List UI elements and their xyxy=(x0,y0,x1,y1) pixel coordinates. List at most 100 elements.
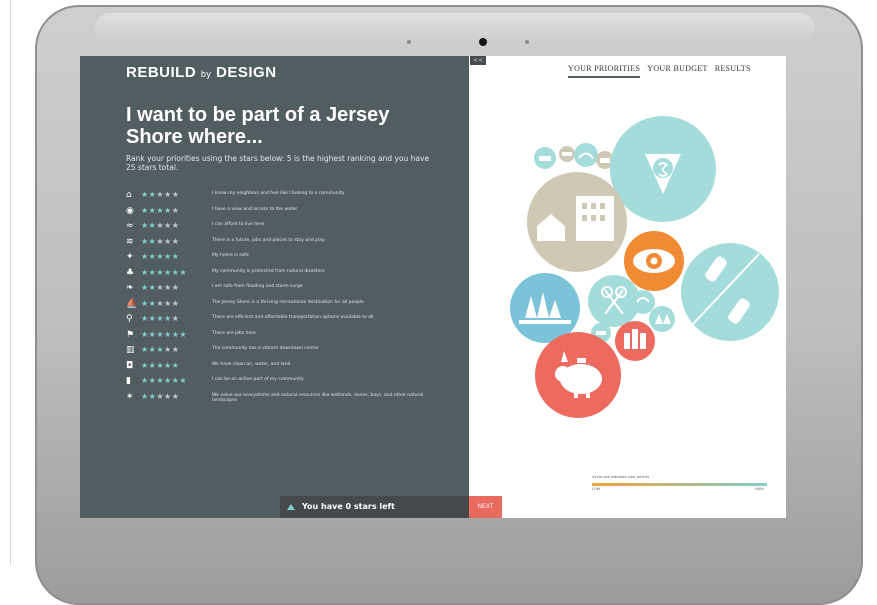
priority-row: ♣ ★★★★★★ My community is protected from na… xyxy=(126,267,456,283)
scale-high-label: HIGH xyxy=(755,487,765,491)
bubble-small-3-icon xyxy=(574,143,598,167)
bezel-shine xyxy=(95,13,815,43)
star-icon[interactable]: ★ xyxy=(172,314,180,323)
star-icon[interactable]: ★ xyxy=(164,268,172,277)
brand-design: DESIGN xyxy=(216,64,277,81)
stars-left-text: You have 0 stars left xyxy=(302,502,395,511)
star-icon[interactable]: ★ xyxy=(164,376,172,385)
car-icon: ◘ xyxy=(126,360,134,371)
star-icon[interactable]: ★ xyxy=(172,392,180,401)
star-icon[interactable]: ★ xyxy=(172,190,180,199)
star-rating: ★★★★★ xyxy=(141,206,179,216)
star-icon[interactable]: ★ xyxy=(172,252,180,261)
star-icon[interactable]: ★ xyxy=(164,206,172,215)
wave-icon: ≈ xyxy=(126,221,134,231)
star-icon[interactable]: ★ xyxy=(164,283,172,292)
housing-bubble-icon xyxy=(527,172,627,272)
star-icon[interactable]: ★ xyxy=(179,376,187,385)
instructions-text: Rank your priorities using the stars bel… xyxy=(126,154,430,172)
star-icon[interactable]: ★ xyxy=(164,237,172,246)
priority-row: ✦ ★★★★★ My home is safe xyxy=(126,251,456,267)
star-icon[interactable]: ★ xyxy=(179,330,187,339)
star-icon[interactable]: ★ xyxy=(172,221,180,230)
money-bubble-icon xyxy=(610,116,716,222)
star-icon[interactable]: ★ xyxy=(164,252,172,261)
next-button[interactable]: NEXT xyxy=(469,496,502,518)
boat-icon: ⛵ xyxy=(126,298,138,309)
star-icon[interactable]: ★ xyxy=(164,299,172,308)
star-icon[interactable]: ★ xyxy=(156,252,164,261)
star-rating: ★★★★★ xyxy=(141,237,179,247)
star-icon[interactable]: ★ xyxy=(172,299,180,308)
star-icon[interactable]: ★ xyxy=(172,237,180,246)
page-title: I want to be part of a Jersey Shore wher… xyxy=(126,104,390,148)
priority-row: ▮ ★★★★★★ I can be an active part of my com… xyxy=(126,375,456,391)
flood-icon: ≋ xyxy=(126,236,134,247)
tablet-screen: REBUILD by DESIGN I want to be part of a… xyxy=(80,56,786,518)
star-icon[interactable]: ★ xyxy=(156,345,164,354)
star-icon[interactable]: ★ xyxy=(164,392,172,401)
bubble-mid-1-icon xyxy=(631,290,655,314)
star-icon[interactable]: ★ xyxy=(156,314,164,323)
priority-row: ◉ ★★★★★ I have a view and access to the wa… xyxy=(126,205,456,221)
star-icon[interactable]: ★ xyxy=(172,206,180,215)
house-icon: ⌂ xyxy=(126,190,132,200)
star-icon[interactable]: ★ xyxy=(172,283,180,292)
star-icon[interactable]: ★ xyxy=(141,283,149,292)
star-icon[interactable]: ★ xyxy=(156,299,164,308)
star-icon[interactable]: ★ xyxy=(164,345,172,354)
star-rating: ★★★★★ xyxy=(141,314,179,324)
star-icon[interactable]: ★ xyxy=(141,190,149,199)
star-icon[interactable]: ★ xyxy=(141,252,149,261)
star-icon[interactable]: ★ xyxy=(141,330,149,339)
brand-logo[interactable]: REBUILD by DESIGN xyxy=(126,64,277,81)
stars-left-bar: You have 0 stars left xyxy=(280,496,469,518)
star-rating: ★★★★★ xyxy=(141,221,179,231)
star-icon[interactable]: ★ xyxy=(141,206,149,215)
star-icon[interactable]: ★ xyxy=(164,190,172,199)
star-icon[interactable]: ★ xyxy=(156,190,164,199)
priority-label: I can afford to live here xyxy=(212,222,265,227)
star-icon[interactable]: ★ xyxy=(172,345,180,354)
priority-label: The community has a vibrant downtown cen… xyxy=(212,346,319,351)
star-icon[interactable]: ★ xyxy=(141,345,149,354)
star-icon[interactable]: ★ xyxy=(141,299,149,308)
star-icon[interactable]: ★ xyxy=(141,221,149,230)
star-icon[interactable]: ★ xyxy=(156,268,164,277)
star-icon[interactable]: ★ xyxy=(156,361,164,370)
star-icon[interactable]: ★ xyxy=(164,221,172,230)
star-icon[interactable]: ★ xyxy=(164,361,172,370)
star-rating: ★★★★★ xyxy=(141,345,179,355)
star-icon[interactable]: ★ xyxy=(141,314,149,323)
star-icon[interactable]: ★ xyxy=(156,376,164,385)
bubble-small-1-icon xyxy=(534,147,556,169)
priority-label: I know my neighbors and feel like I belo… xyxy=(212,191,345,196)
eye-icon: ◉ xyxy=(126,205,134,216)
star-icon[interactable]: ★ xyxy=(156,237,164,246)
star-icon[interactable]: ★ xyxy=(141,268,149,277)
star-icon[interactable]: ★ xyxy=(141,376,149,385)
star-icon[interactable]: ★ xyxy=(156,330,164,339)
star-icon[interactable]: ★ xyxy=(141,237,149,246)
star-icon[interactable]: ★ xyxy=(172,361,180,370)
star-icon[interactable]: ★ xyxy=(164,330,172,339)
front-camera xyxy=(479,38,487,46)
scale-label: Circle size indicates your priority xyxy=(592,475,650,479)
bubble-small-2-icon xyxy=(559,146,575,162)
priority-label: We have clean air, water, and land xyxy=(212,361,291,367)
priority-row: ▥ ★★★★★ The community has a vibrant downto… xyxy=(126,344,456,360)
star-icon[interactable]: ★ xyxy=(141,392,149,401)
star-icon[interactable]: ★ xyxy=(156,392,164,401)
building-icon: ▥ xyxy=(126,345,135,355)
star-icon[interactable]: ★ xyxy=(156,221,164,230)
star-icon[interactable]: ★ xyxy=(164,314,172,323)
page-edge-line xyxy=(10,0,11,565)
bird-icon: ✦ xyxy=(126,252,134,262)
transport-bubble-icon xyxy=(681,243,779,341)
star-icon[interactable]: ★ xyxy=(179,268,187,277)
priority-label: I have a view and access to the water xyxy=(212,206,298,212)
star-icon[interactable]: ★ xyxy=(156,283,164,292)
star-icon[interactable]: ★ xyxy=(141,361,149,370)
star-icon[interactable]: ★ xyxy=(156,206,164,215)
savings-bubble-icon xyxy=(535,332,621,418)
